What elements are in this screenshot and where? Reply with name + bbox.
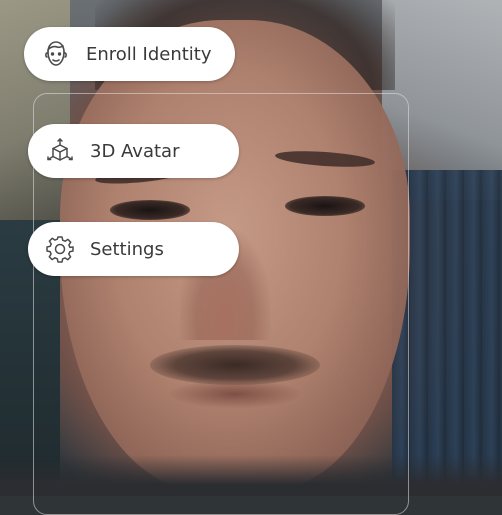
cube-icon	[44, 135, 76, 167]
3d-avatar-label: 3D Avatar	[90, 140, 180, 162]
settings-label: Settings	[90, 238, 164, 260]
enroll-identity-label: Enroll Identity	[86, 43, 212, 65]
face-icon	[40, 38, 72, 70]
settings-button[interactable]: Settings	[28, 222, 239, 276]
enroll-identity-button[interactable]: Enroll Identity	[24, 27, 235, 81]
gear-icon	[44, 233, 76, 265]
3d-avatar-button[interactable]: 3D Avatar	[28, 124, 239, 178]
